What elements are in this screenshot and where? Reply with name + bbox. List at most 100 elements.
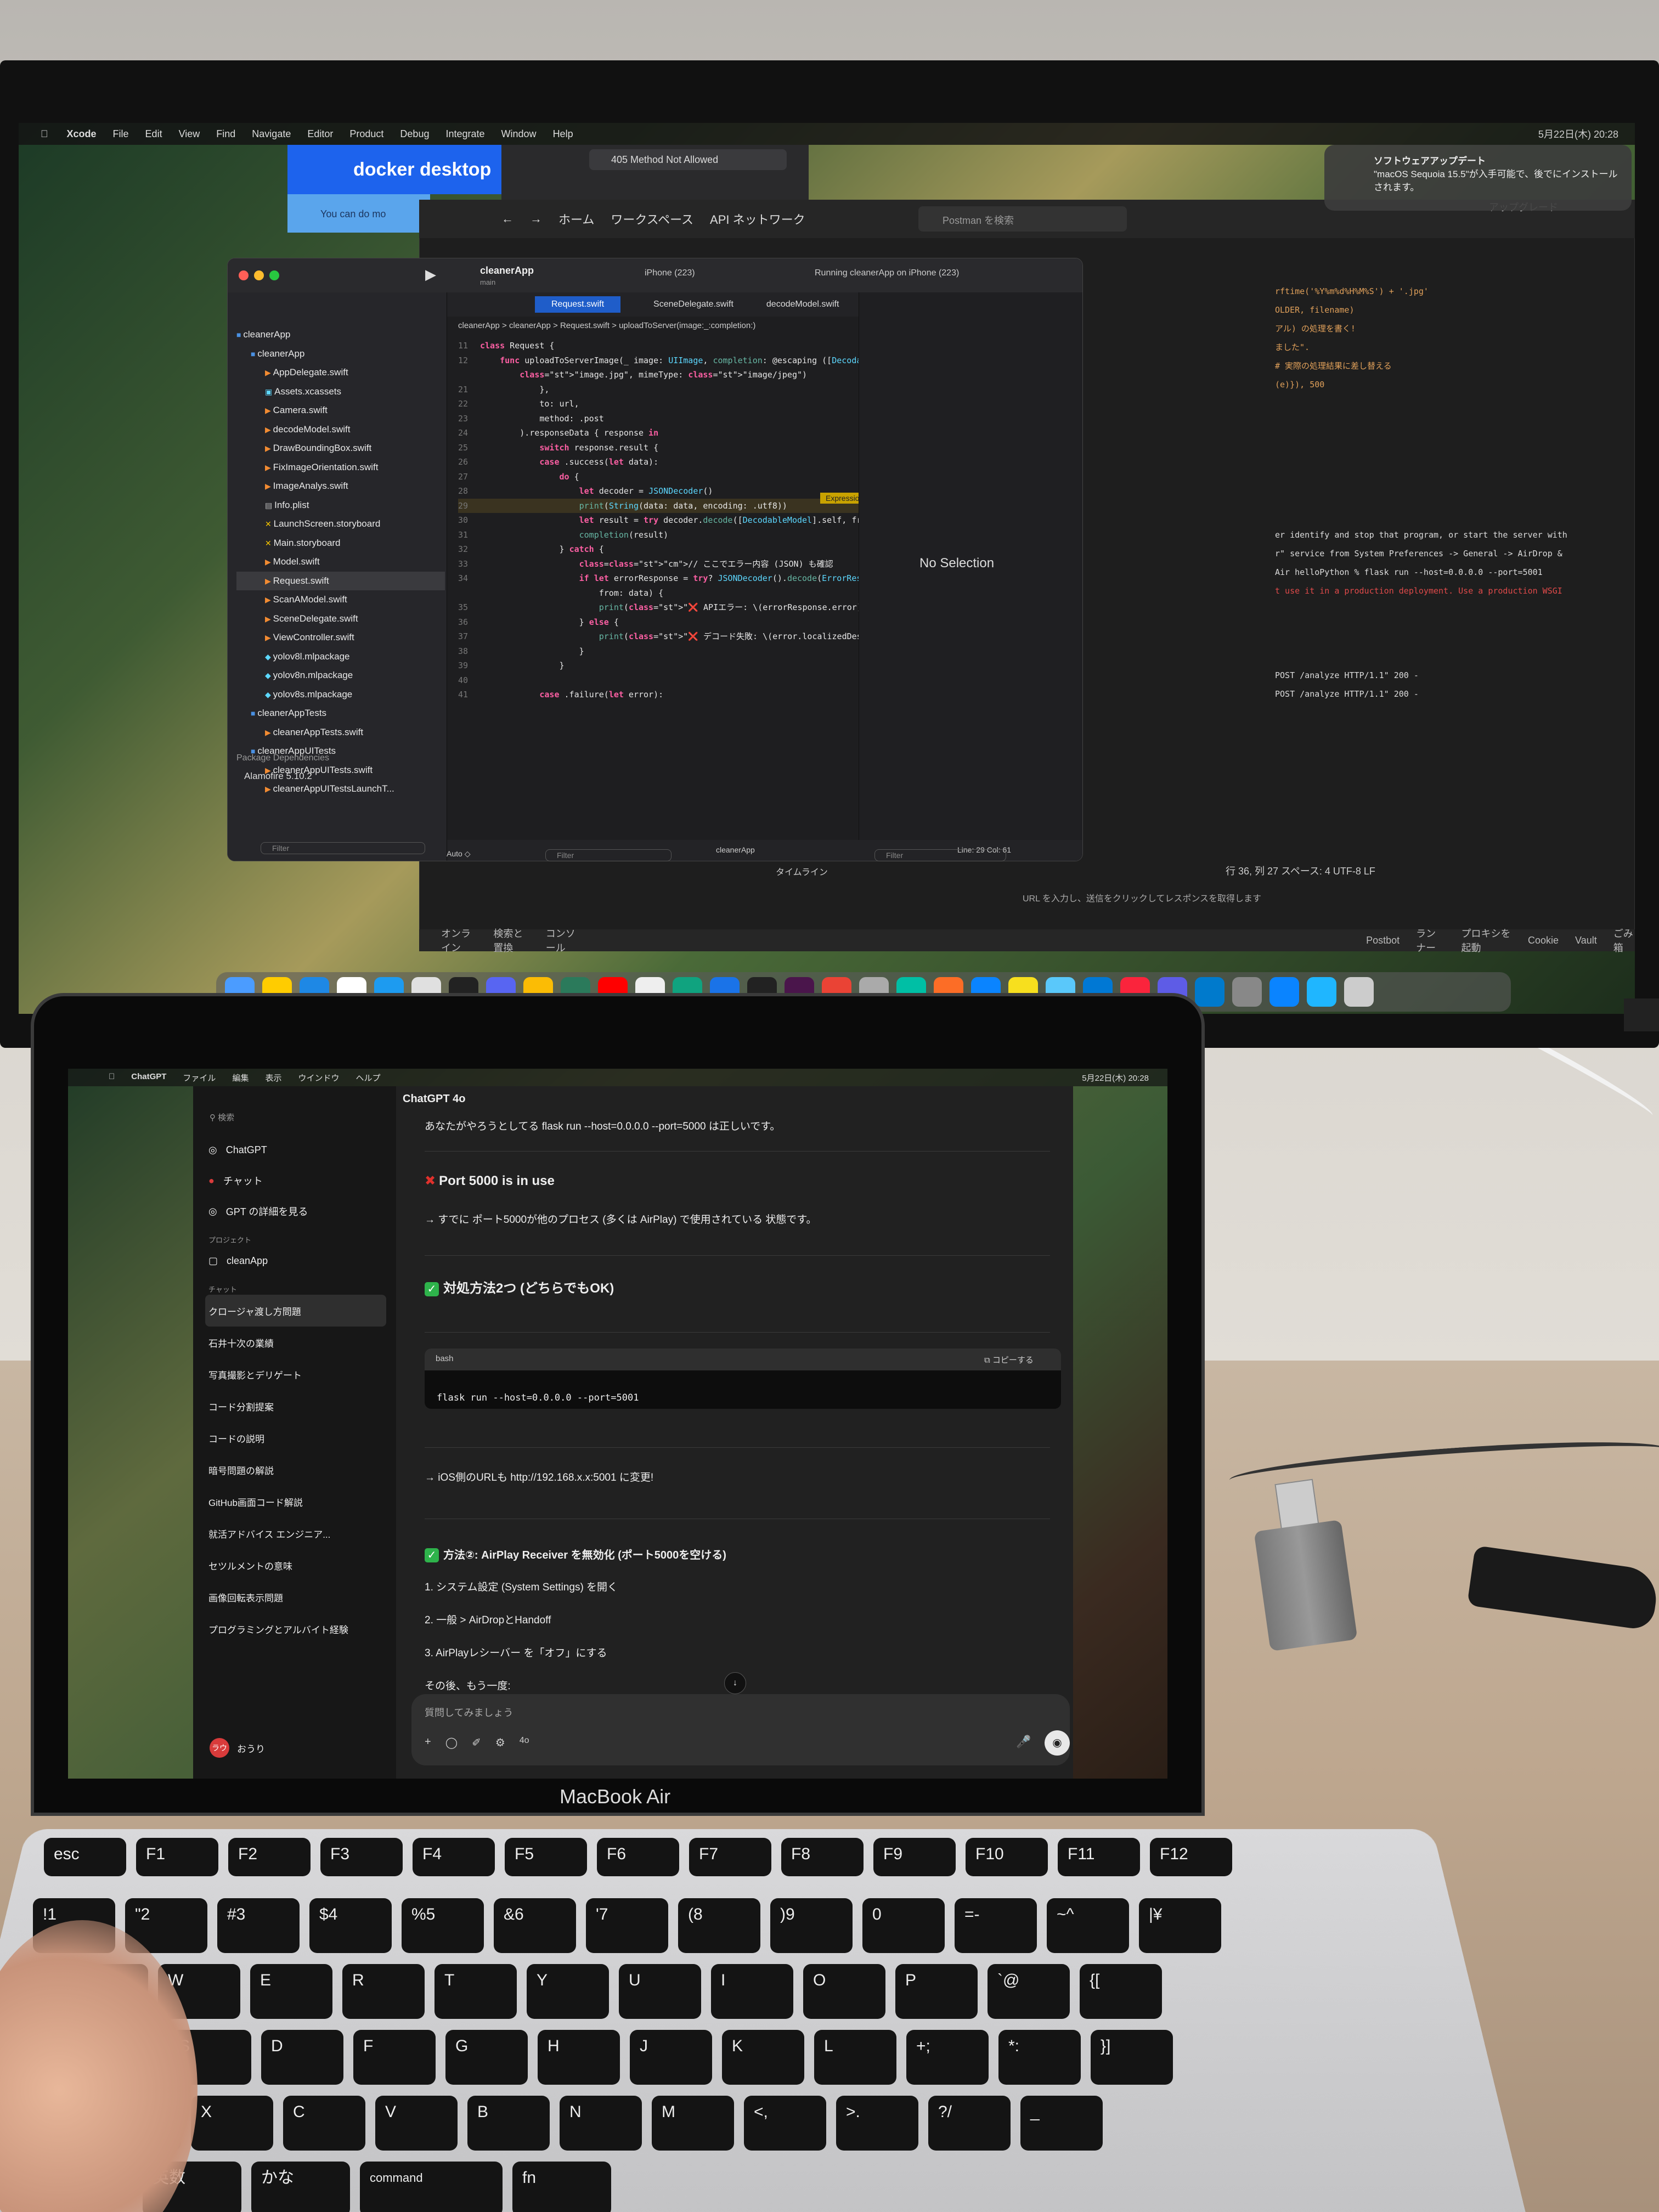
key[interactable]: K	[722, 2030, 804, 2085]
menubar-item[interactable]: Debug	[400, 128, 429, 140]
key[interactable]: J	[630, 2030, 712, 2085]
nav-item[interactable]: ▶ cleanerAppTests.swift	[236, 723, 445, 742]
nav-item[interactable]: ▶ decodeModel.swift	[236, 420, 445, 439]
user-profile[interactable]: ラウ おうり	[210, 1738, 265, 1758]
key[interactable]: F11	[1058, 1838, 1140, 1876]
key[interactable]: `@	[988, 1964, 1070, 2019]
key[interactable]: F12	[1150, 1838, 1232, 1876]
zoom-icon[interactable]	[269, 270, 279, 280]
key[interactable]: M	[652, 2096, 734, 2151]
trash-icon[interactable]	[1344, 977, 1374, 1007]
laptop-menubar-item[interactable]: ヘルプ	[356, 1072, 380, 1084]
minimize-icon[interactable]	[254, 270, 264, 280]
navigator-filter[interactable]: Filter	[261, 842, 425, 854]
nav-item[interactable]: ▶ DrawBoundingBox.swift	[236, 439, 445, 458]
nav-item[interactable]: ▶ SceneDelegate.swift	[236, 610, 445, 629]
key[interactable]: 0	[862, 1898, 945, 1953]
editor-tab[interactable]: SceneDelegate.swift	[653, 300, 733, 309]
key[interactable]: H	[538, 2030, 620, 2085]
nav-item[interactable]: ✕ Main.storyboard	[236, 534, 445, 553]
key[interactable]: <,	[744, 2096, 826, 2151]
nav-item[interactable]: ■ cleanerApp	[236, 325, 445, 345]
plus-icon[interactable]: +	[425, 1736, 431, 1750]
menubar-item[interactable]: Help	[553, 128, 573, 140]
mic-icon[interactable]: 🎤	[1016, 1735, 1031, 1749]
key[interactable]: かな	[251, 2162, 350, 2212]
sidebar-nav-item[interactable]: ◎ GPT の詳細を見る	[205, 1196, 386, 1227]
nav-item[interactable]: ▶ ViewController.swift	[236, 628, 445, 647]
nav-item[interactable]: ■ cleanerApp	[236, 345, 445, 364]
key[interactable]: &6	[494, 1898, 576, 1953]
vscode-icon[interactable]	[1195, 977, 1224, 1007]
nav-item[interactable]: ■ cleanerAppTests	[236, 704, 445, 723]
nav-item[interactable]: ▶ AppDelegate.swift	[236, 363, 445, 382]
key[interactable]: ~^	[1047, 1898, 1129, 1953]
chat-history-item[interactable]: プログラミングとアルバイト経験	[205, 1613, 386, 1645]
key[interactable]: =-	[955, 1898, 1037, 1953]
key[interactable]: F2	[228, 1838, 311, 1876]
postman-nav-workspace[interactable]: ワークスペース	[611, 210, 693, 228]
run-icon[interactable]: ▶	[425, 266, 436, 283]
copy-code-button[interactable]: ⧉ コピーする	[984, 1354, 1034, 1365]
nav-item[interactable]: ◆ yolov8n.mlpackage	[236, 666, 445, 685]
key[interactable]: command	[360, 2162, 503, 2212]
apple-icon[interactable]: 	[109, 1072, 115, 1084]
project-item[interactable]: ▢ cleanApp	[205, 1245, 386, 1276]
key[interactable]: fn	[512, 2162, 611, 2212]
menubar-item[interactable]: Edit	[145, 128, 162, 140]
device-selector[interactable]: iPhone (223)	[645, 268, 695, 278]
key[interactable]: V	[375, 2096, 458, 2151]
footer-vault[interactable]: Vault	[1575, 935, 1597, 946]
footer-console[interactable]: コンソール	[546, 926, 582, 955]
key[interactable]: F9	[873, 1838, 956, 1876]
folder-icon[interactable]	[1307, 977, 1336, 1007]
model-badge[interactable]: 4o	[520, 1736, 529, 1750]
footer-cookie[interactable]: Cookie	[1528, 935, 1559, 946]
swift-source[interactable]: 11 class Request {12 func uploadToServerI…	[458, 338, 926, 712]
nav-item[interactable]: ▶ Request.swift	[236, 571, 445, 590]
key[interactable]: esc	[44, 1838, 126, 1876]
software-update-notification[interactable]: ソフトウェアアップデート "macOS Sequoia 15.5"が入手可能で、…	[1324, 145, 1632, 211]
docker-desktop-banner[interactable]: docker desktop	[287, 145, 523, 194]
menubar-item[interactable]: Editor	[307, 128, 333, 140]
apple-icon[interactable]: 	[41, 128, 48, 140]
browser-tab[interactable]: 405 Method Not Allowed	[589, 149, 787, 170]
key[interactable]: L	[814, 2030, 896, 2085]
tools-icon[interactable]: ⚙	[495, 1736, 505, 1750]
nav-item[interactable]: ▶ ScanAModel.swift	[236, 590, 445, 610]
key[interactable]: F5	[505, 1838, 587, 1876]
key[interactable]: B	[467, 2096, 550, 2151]
menubar-item[interactable]: Find	[216, 128, 235, 140]
chat-history-item[interactable]: コード分割提案	[205, 1390, 386, 1422]
variables-view-auto[interactable]: Auto ◇	[447, 849, 470, 859]
chat-history-item[interactable]: 就活アドバイス エンジニア...	[205, 1517, 386, 1549]
key[interactable]: }]	[1091, 2030, 1173, 2085]
laptop-menubar-item[interactable]: ウインドウ	[298, 1072, 339, 1084]
key[interactable]: G	[445, 2030, 528, 2085]
nav-item[interactable]: ▤ Info.plist	[236, 496, 445, 515]
nav-item[interactable]: ▶ Camera.swift	[236, 401, 445, 420]
key[interactable]: (8	[678, 1898, 760, 1953]
laptop-menubar-items[interactable]:  ChatGPT ファイル 編集 表示 ウインドウ ヘルプ	[109, 1072, 381, 1084]
sidebar-nav-item[interactable]: ◎ ChatGPT	[205, 1135, 386, 1165]
project-name[interactable]: cleanerApp	[480, 265, 534, 276]
sidebar-nav-item[interactable]: ● チャット	[205, 1165, 386, 1196]
voice-mode-icon[interactable]: ◉	[1045, 1730, 1070, 1756]
key[interactable]: R	[342, 1964, 425, 2019]
key[interactable]: $4	[309, 1898, 392, 1953]
nav-item[interactable]: ▶ cleanerAppUITestsLaunchT...	[236, 780, 445, 799]
key[interactable]: F1	[136, 1838, 218, 1876]
sidebar-search[interactable]: ⚲ 検索	[210, 1111, 234, 1123]
footer-proxy[interactable]: プロキシを起動	[1461, 926, 1511, 955]
key[interactable]: +;	[906, 2030, 989, 2085]
docs-icon[interactable]	[1232, 977, 1262, 1007]
key[interactable]: #3	[217, 1898, 300, 1953]
console-filter[interactable]: Filter	[545, 849, 672, 861]
key[interactable]: N	[560, 2096, 642, 2151]
chat-history-item[interactable]: 暗号問題の解説	[205, 1454, 386, 1486]
key[interactable]: Y	[527, 1964, 609, 2019]
key[interactable]: T	[435, 1964, 517, 2019]
key[interactable]: F8	[781, 1838, 864, 1876]
key[interactable]: F7	[689, 1838, 771, 1876]
nav-item[interactable]: ▶ Model.swift	[236, 552, 445, 572]
